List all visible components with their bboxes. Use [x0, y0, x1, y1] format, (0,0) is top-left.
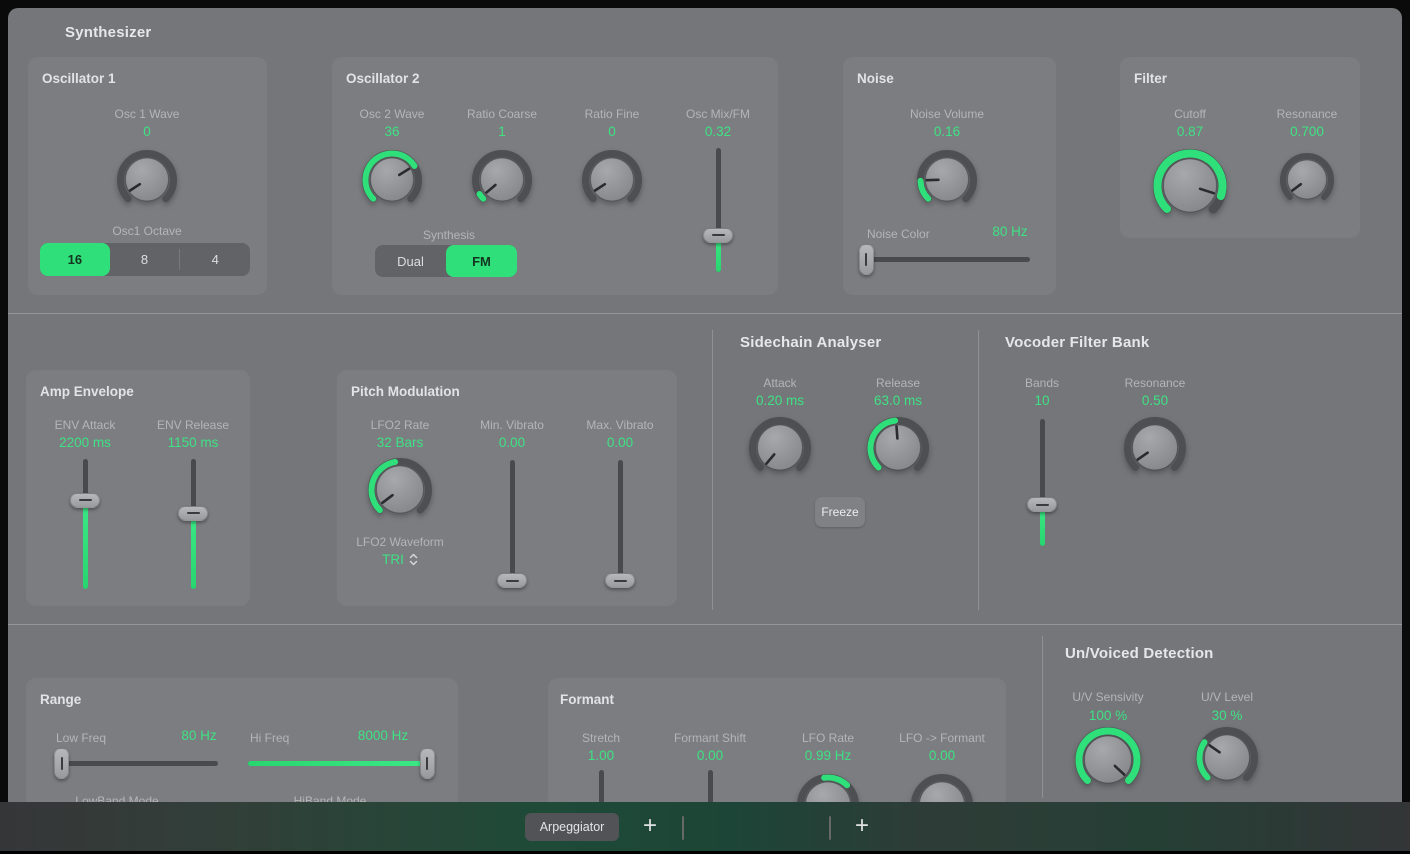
bands-slider[interactable] [1026, 410, 1058, 555]
noise-volume-label: Noise Volume [872, 107, 1022, 121]
vocoder-resonance-label: Resonance [1080, 376, 1230, 390]
osc1-octave-segmented: 16 8 4 [40, 243, 250, 276]
sc-attack-knob[interactable] [749, 417, 811, 479]
max-vibrato-label: Max. Vibrato [545, 418, 695, 432]
bar-separator [682, 816, 684, 840]
pitch-modulation-title: Pitch Modulation [351, 384, 460, 399]
noise-volume-value: 0.16 [872, 124, 1022, 139]
low-freq-label: Low Freq [56, 731, 106, 745]
osc1-wave-knob[interactable] [117, 150, 177, 210]
formant-title: Formant [560, 692, 614, 707]
osc1-octave-16-button[interactable]: 16 [40, 243, 110, 276]
plugin-strip-bar: Arpeggiator + EVOC 20 PolySynth + [0, 802, 1410, 851]
vocoder-resonance-knob[interactable] [1124, 417, 1186, 479]
max-vibrato-slider[interactable] [604, 451, 636, 594]
env-release-slider[interactable] [177, 450, 209, 598]
freeze-button[interactable]: Freeze [815, 497, 865, 527]
filter-resonance-label: Resonance [1232, 107, 1382, 121]
oscillator2-title: Oscillator 2 [346, 71, 420, 86]
range-title: Range [40, 692, 81, 707]
arpeggiator-button[interactable]: Arpeggiator [525, 813, 619, 841]
bar-separator [829, 816, 831, 840]
synthesizer-panel: Synthesizer Oscillator 1 Osc 1 Wave 0 Os… [8, 8, 1402, 851]
noise-title: Noise [857, 71, 894, 86]
osc1-wave-label: Osc 1 Wave [72, 107, 222, 121]
hi-freq-slider[interactable] [240, 747, 440, 779]
uv-sensitivity-knob[interactable] [1075, 727, 1141, 793]
synthesis-dual-button[interactable]: Dual [375, 245, 446, 277]
filter-title: Filter [1134, 71, 1167, 86]
lfo2-waveform-value: TRI [382, 552, 404, 567]
osc1-octave-4-button[interactable]: 4 [180, 243, 250, 276]
osc1-octave-8-button[interactable]: 8 [110, 243, 180, 276]
panel-title: Synthesizer [65, 24, 151, 41]
env-release-label: ENV Release [118, 418, 268, 432]
uv-level-knob[interactable] [1196, 727, 1258, 789]
sidechain-title: Sidechain Analyser [740, 334, 881, 351]
noise-color-slider[interactable] [852, 243, 1038, 275]
lfo-to-formant-label: LFO -> Formant [867, 731, 1017, 745]
sc-release-label: Release [823, 376, 973, 390]
vocoder-title: Vocoder Filter Bank [1005, 334, 1149, 351]
osc2-wave-knob[interactable] [362, 150, 422, 210]
add-plugin-right-button[interactable]: + [849, 809, 875, 843]
lfo2-waveform-label: LFO2 Waveform [325, 535, 475, 549]
lfo2-rate-knob[interactable] [368, 458, 432, 522]
filter-resonance-value: 0.700 [1232, 124, 1382, 139]
noise-color-label: Noise Color [867, 227, 930, 241]
ratio-fine-knob[interactable] [582, 150, 642, 210]
uv-level-value: 30 % [1152, 708, 1302, 723]
vocoder-left-divider [978, 330, 979, 610]
lfo2-waveform-dropdown[interactable]: TRI [325, 552, 475, 567]
noise-color-value: 80 Hz [965, 224, 1055, 239]
synthesis-label: Synthesis [374, 228, 524, 242]
hi-freq-value: 8000 Hz [338, 728, 428, 743]
uv-level-label: U/V Level [1152, 690, 1302, 704]
max-vibrato-value: 0.00 [545, 435, 695, 450]
osc-mix-slider[interactable] [702, 139, 734, 281]
osc-mix-label: Osc Mix/FM [643, 107, 793, 121]
amp-envelope-card [26, 370, 250, 606]
env-release-value: 1150 ms [118, 435, 268, 450]
updown-chevron-icon [409, 553, 418, 566]
env-attack-slider[interactable] [69, 450, 101, 598]
sc-release-knob[interactable] [867, 417, 929, 479]
sidechain-left-divider [712, 330, 713, 610]
row-divider-top [8, 313, 1402, 314]
unvoiced-title: Un/Voiced Detection [1065, 645, 1214, 662]
synthesis-fm-button[interactable]: FM [446, 245, 517, 277]
min-vibrato-slider[interactable] [496, 451, 528, 594]
osc-mix-value: 0.32 [643, 124, 793, 139]
vocoder-resonance-value: 0.50 [1080, 393, 1230, 408]
sc-release-value: 63.0 ms [823, 393, 973, 408]
hi-freq-label: Hi Freq [250, 731, 289, 745]
lfo-to-formant-value: 0.00 [867, 748, 1017, 763]
noise-volume-knob[interactable] [917, 150, 977, 210]
filter-resonance-knob[interactable] [1280, 153, 1334, 207]
row-divider-bottom [8, 624, 1402, 625]
osc1-wave-value: 0 [72, 124, 222, 139]
cutoff-knob[interactable] [1153, 149, 1227, 223]
add-plugin-left-button[interactable]: + [637, 809, 663, 843]
plugin-window: Synthesizer Oscillator 1 Osc 1 Wave 0 Os… [0, 0, 1410, 854]
osc1-octave-label: Osc1 Octave [72, 224, 222, 238]
low-freq-slider[interactable] [48, 747, 226, 779]
ratio-coarse-knob[interactable] [472, 150, 532, 210]
synthesis-segmented: Dual FM [375, 245, 517, 277]
low-freq-value: 80 Hz [154, 728, 244, 743]
amp-envelope-title: Amp Envelope [40, 384, 134, 399]
oscillator1-title: Oscillator 1 [42, 71, 116, 86]
